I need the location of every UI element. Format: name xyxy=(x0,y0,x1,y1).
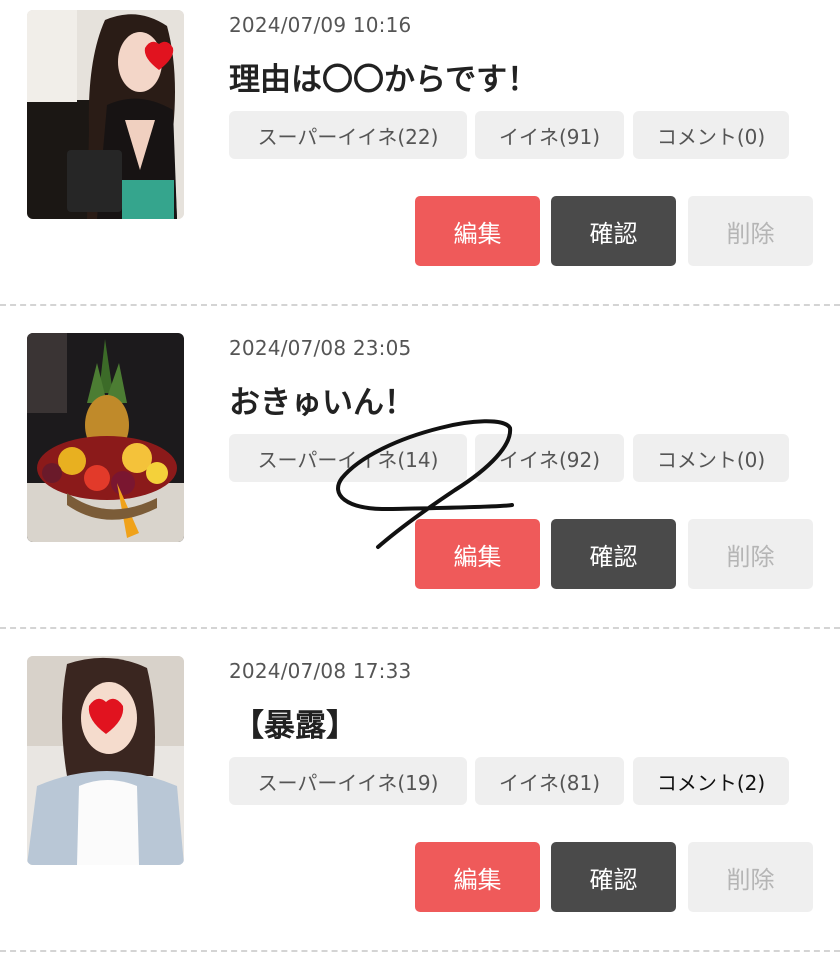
post-photo[interactable] xyxy=(27,10,184,219)
confirm-button[interactable]: 確認 xyxy=(551,519,676,589)
confirm-button[interactable]: 確認 xyxy=(551,196,676,266)
like-count: イイネ(81) xyxy=(475,757,624,805)
edit-button[interactable]: 編集 xyxy=(415,842,540,912)
comment-count: コメント(0) xyxy=(633,434,789,482)
edit-button[interactable]: 編集 xyxy=(415,519,540,589)
super-like-count: スーパーイイネ(14) xyxy=(229,434,467,482)
post-photo[interactable] xyxy=(27,333,184,542)
post-timestamp: 2024/07/08 17:33 xyxy=(229,659,412,683)
edit-button[interactable]: 編集 xyxy=(415,196,540,266)
delete-button[interactable]: 削除 xyxy=(688,519,813,589)
delete-button[interactable]: 削除 xyxy=(688,196,813,266)
comment-count: コメント(0) xyxy=(633,111,789,159)
post-divider xyxy=(0,627,840,629)
post-photo[interactable] xyxy=(27,656,184,865)
post-title: おきゅいん！ xyxy=(229,385,415,421)
post-title: 理由は〇〇からです！ xyxy=(229,62,539,98)
delete-button[interactable]: 削除 xyxy=(688,842,813,912)
post-timestamp: 2024/07/08 23:05 xyxy=(229,336,412,360)
like-count: イイネ(92) xyxy=(475,434,624,482)
post-timestamp: 2024/07/09 10:16 xyxy=(229,13,412,37)
post-divider xyxy=(0,304,840,306)
comment-count[interactable]: コメント(2) xyxy=(633,757,789,805)
super-like-count: スーパーイイネ(22) xyxy=(229,111,467,159)
post-item: 2024/07/08 23:05 おきゅいん！ スーパーイイネ(14) イイネ(… xyxy=(0,323,840,645)
like-count: イイネ(91) xyxy=(475,111,624,159)
post-title: 【暴露】 xyxy=(233,708,357,744)
post-item: 2024/07/08 17:33 【暴露】 スーパーイイネ(19) イイネ(81… xyxy=(0,646,840,968)
super-like-count: スーパーイイネ(19) xyxy=(229,757,467,805)
post-divider xyxy=(0,950,840,952)
post-item: 2024/07/09 10:16 理由は〇〇からです！ スーパーイイネ(22) … xyxy=(0,0,840,322)
confirm-button[interactable]: 確認 xyxy=(551,842,676,912)
